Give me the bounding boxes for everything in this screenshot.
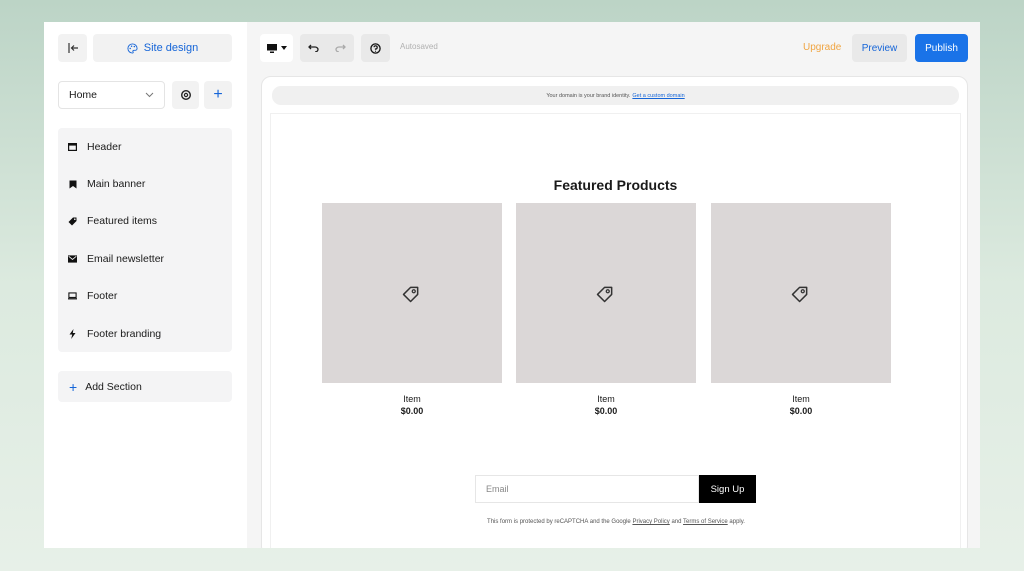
terms-of-service-link[interactable]: Terms of Service [683,519,728,525]
desktop-icon [266,43,277,53]
caret-down-icon [280,46,287,50]
domain-banner: Your domain is your brand identity. Get … [272,86,959,105]
bookmark-icon [68,180,77,189]
page-body: Featured Products Item $0.00 Item $0.00 … [270,113,961,548]
add-section-label: Add Section [85,380,142,393]
section-item-label: Footer branding [87,327,162,340]
section-item-header[interactable]: Header [58,128,232,165]
help-icon [370,42,381,54]
palette-icon [127,42,138,54]
product-card[interactable]: Item $0.00 [516,203,696,416]
product-name: Item [403,394,421,404]
product-name: Item [597,394,615,404]
featured-products-title: Featured Products [553,177,678,193]
plus-icon: + [69,378,78,395]
publish-button[interactable]: Publish [915,34,968,62]
section-item-featured-items[interactable]: Featured items [58,203,232,240]
tag-icon [791,286,808,303]
section-item-label: Featured items [87,215,158,228]
redo-button[interactable] [327,34,354,62]
main-editor: Autosaved Upgrade Preview Publish Your d… [247,22,980,548]
recaptcha-prefix: This form is protected by reCAPTCHA and … [487,519,631,525]
page-select[interactable]: Home [58,81,165,109]
section-item-label: Footer [87,290,118,303]
page-select-value: Home [69,89,98,101]
editor-window: Site design Home + Header Main banner Fe… [44,22,980,548]
preview-button[interactable]: Preview [852,34,907,62]
gear-icon [180,89,191,101]
sidebar: Site design Home + Header Main banner Fe… [44,22,247,548]
tag-icon [68,217,77,226]
plus-icon: + [213,86,223,103]
sign-up-button[interactable]: Sign Up [699,475,756,503]
privacy-policy-link[interactable]: Privacy Policy [632,519,669,525]
product-card[interactable]: Item $0.00 [322,203,502,416]
custom-domain-link[interactable]: Get a custom domain [632,93,684,99]
section-item-email-newsletter[interactable]: Email newsletter [58,240,232,277]
tag-icon [596,286,613,303]
section-list: Header Main banner Featured items Email … [58,128,232,352]
product-name: Item [792,394,810,404]
upgrade-link[interactable]: Upgrade [803,42,841,53]
section-item-label: Header [87,140,122,153]
product-image-placeholder [322,203,502,383]
product-price: $0.00 [400,406,424,416]
device-select-button[interactable] [260,34,293,62]
footer-icon [68,292,77,301]
recaptcha-notice: This form is protected by reCAPTCHA and … [471,516,761,529]
domain-banner-text: Your domain is your brand identity. [546,92,631,99]
undo-icon [308,44,319,52]
site-design-button[interactable]: Site design [93,34,232,62]
newsletter-email-input[interactable]: Email [475,475,699,503]
section-item-label: Main banner [87,178,146,191]
autosave-status: Autosaved [400,42,438,51]
product-image-placeholder [516,203,696,383]
section-item-footer[interactable]: Footer [58,278,232,315]
product-price: $0.00 [789,406,813,416]
chevron-down-icon [145,92,154,98]
mail-icon [68,254,77,263]
recaptcha-and: and [671,519,682,525]
redo-icon [335,44,346,52]
add-page-button[interactable]: + [204,81,232,109]
section-item-label: Email newsletter [87,252,165,265]
recaptcha-suffix: apply. [729,519,745,525]
section-item-main-banner[interactable]: Main banner [58,165,232,202]
exit-editor-button[interactable] [58,34,87,62]
undo-button[interactable] [300,34,327,62]
bolt-icon [68,328,77,339]
product-image-placeholder [711,203,891,383]
undo-redo-group [300,34,354,62]
header-icon [68,142,77,151]
help-button[interactable] [361,34,390,62]
exit-icon [67,43,78,53]
site-design-label: Site design [143,42,199,54]
section-item-footer-branding[interactable]: Footer branding [58,315,232,352]
site-preview-canvas: Your domain is your brand identity. Get … [261,76,968,548]
tag-icon [402,286,419,303]
add-section-button[interactable]: + Add Section [58,371,232,402]
page-settings-button[interactable] [172,81,199,109]
product-card[interactable]: Item $0.00 [711,203,891,416]
product-price: $0.00 [594,406,618,416]
